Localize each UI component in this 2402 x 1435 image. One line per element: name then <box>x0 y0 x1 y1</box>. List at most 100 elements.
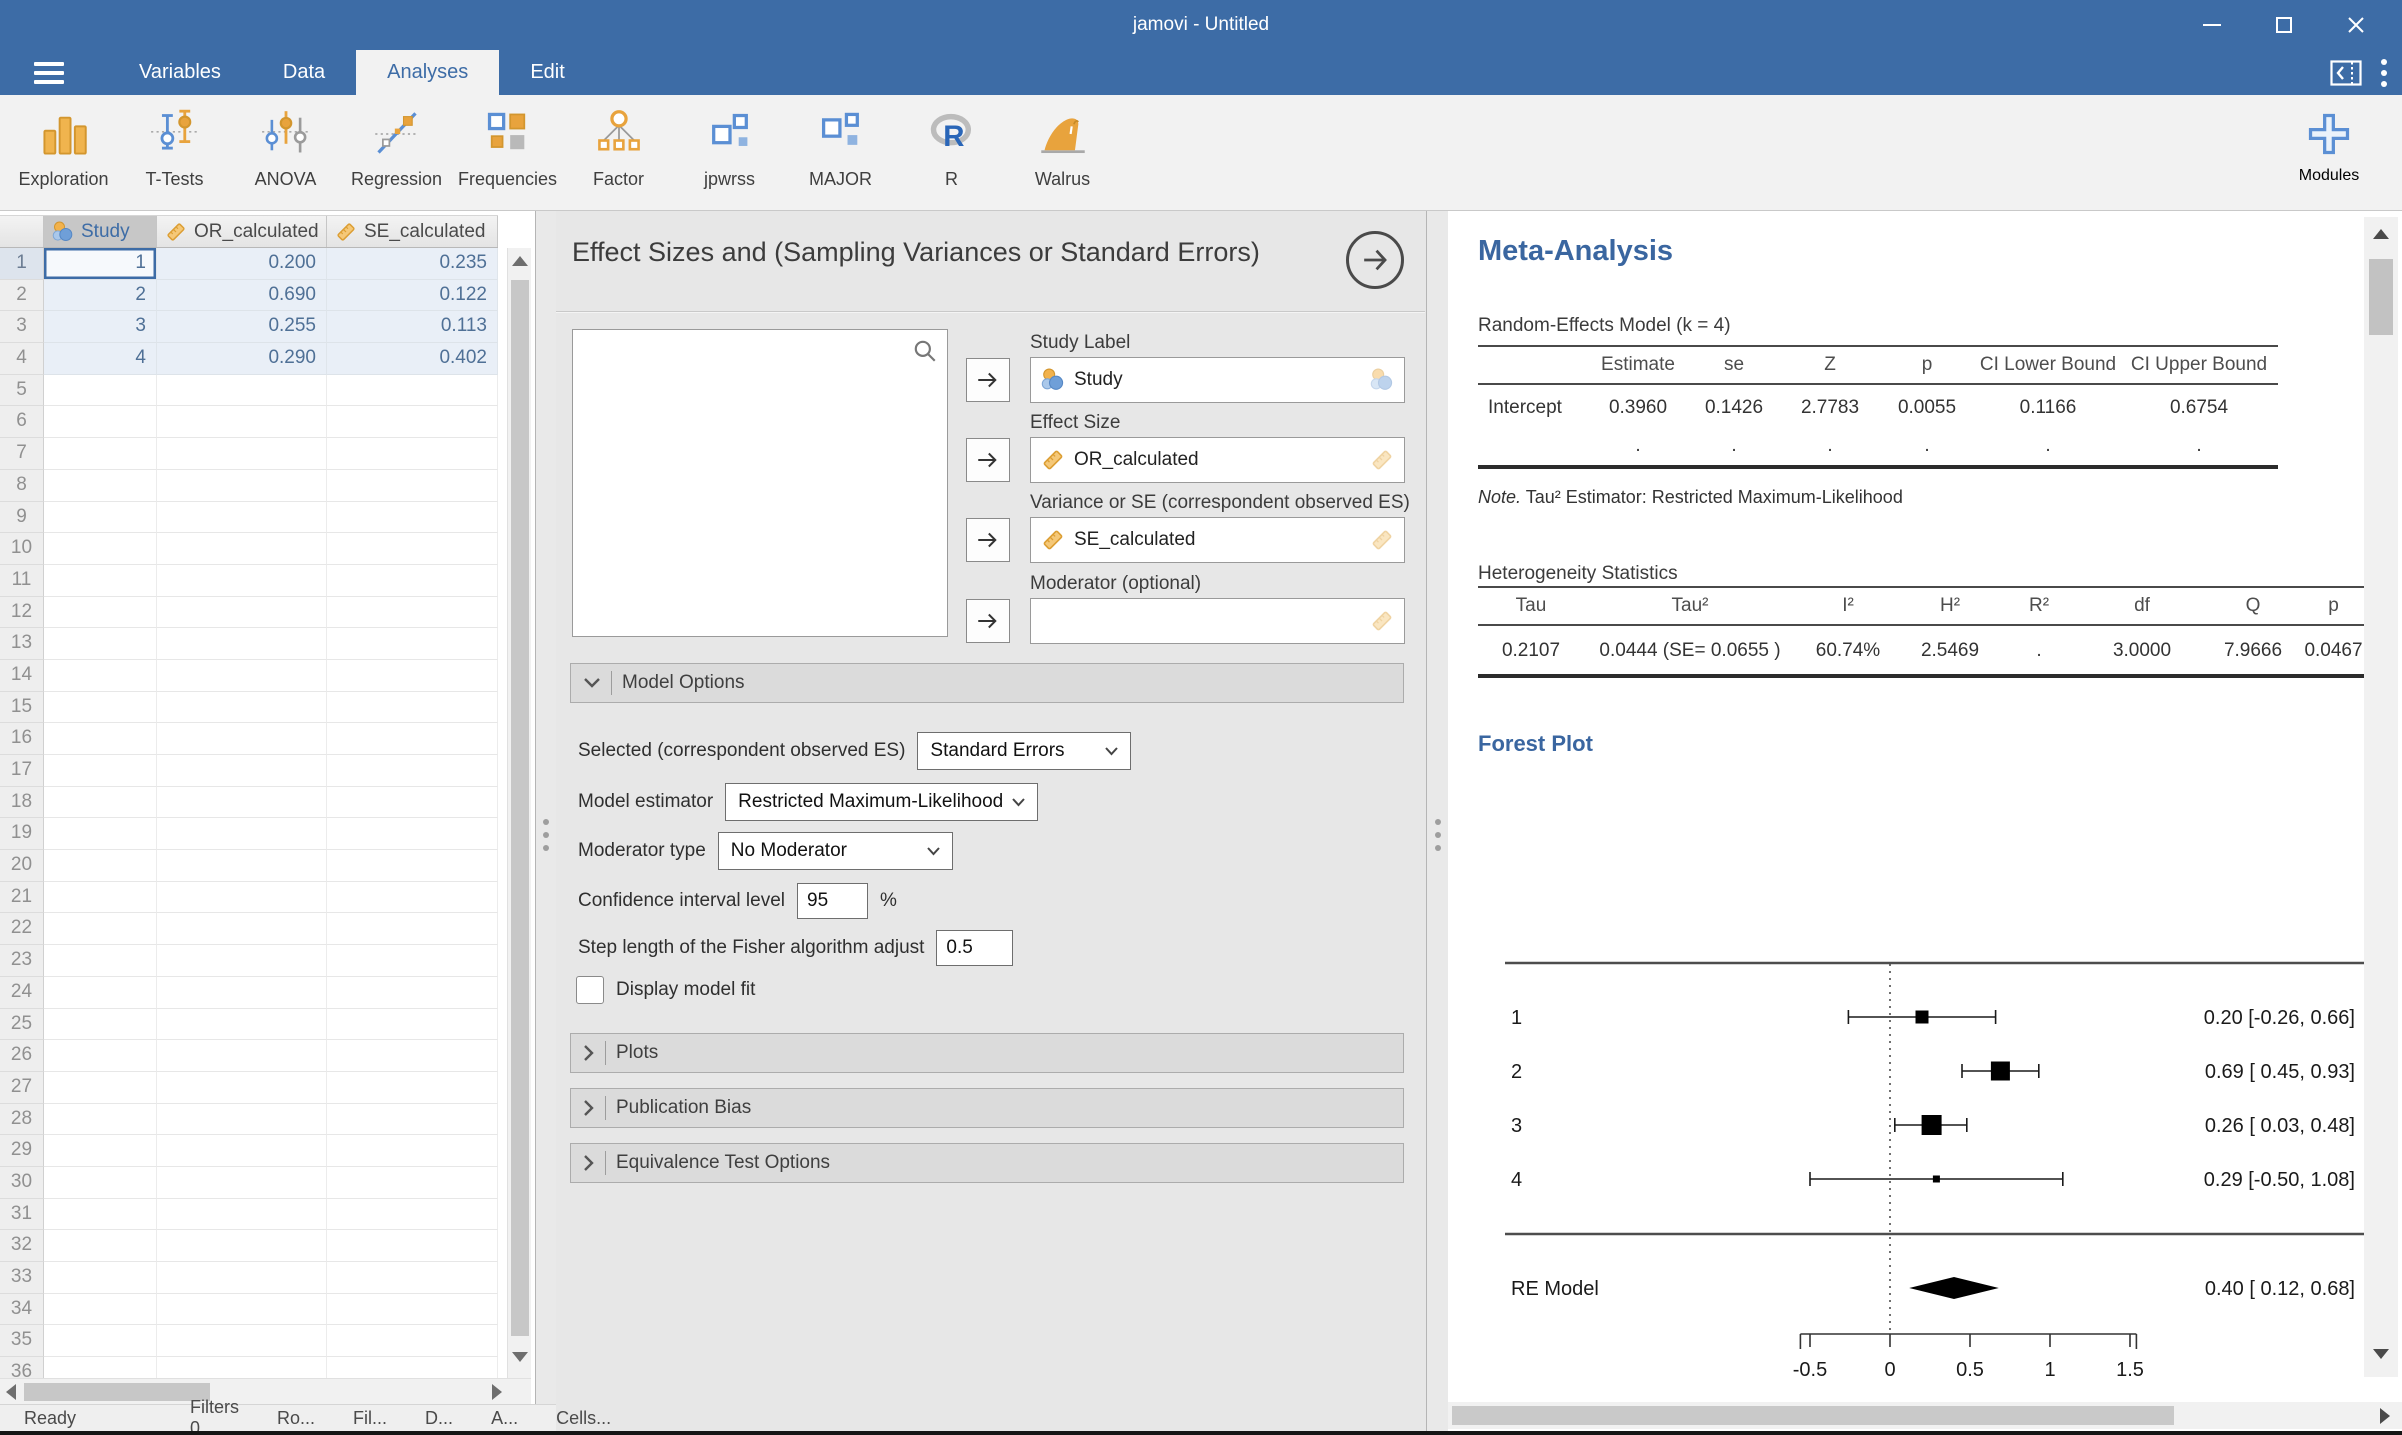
cell[interactable] <box>157 786 327 819</box>
row-number[interactable]: 27 <box>0 1071 44 1104</box>
cell[interactable] <box>157 406 327 439</box>
cell[interactable] <box>327 469 498 502</box>
cell[interactable] <box>44 596 157 629</box>
cell[interactable] <box>327 659 498 692</box>
cell[interactable] <box>44 723 157 755</box>
cell[interactable] <box>44 628 157 660</box>
maximize-button[interactable] <box>2248 0 2320 50</box>
cell[interactable] <box>327 1103 498 1136</box>
cell[interactable] <box>44 438 157 470</box>
cell[interactable] <box>44 1357 157 1378</box>
cell[interactable] <box>157 881 327 914</box>
ribbon-anova-button[interactable]: ANOVA <box>230 101 341 205</box>
ribbon-frequencies-button[interactable]: Frequencies <box>452 101 563 205</box>
cell[interactable] <box>327 881 498 914</box>
variance-field[interactable]: SE_calculated <box>1030 517 1405 563</box>
cell[interactable] <box>157 755 327 787</box>
spreadsheet-horizontal-scrollbar[interactable] <box>0 1378 531 1404</box>
cell[interactable] <box>327 628 498 660</box>
row-number[interactable]: 14 <box>0 659 44 692</box>
cell[interactable] <box>157 469 327 502</box>
cell[interactable] <box>44 945 157 977</box>
hamburger-menu-button[interactable] <box>34 59 74 87</box>
cell[interactable]: 0.200 <box>157 248 327 280</box>
row-number[interactable]: 15 <box>0 691 44 724</box>
cell[interactable] <box>327 818 498 851</box>
row-number[interactable]: 6 <box>0 406 44 439</box>
cell[interactable] <box>44 1293 157 1326</box>
cell[interactable] <box>157 501 327 534</box>
cell[interactable] <box>157 1293 327 1326</box>
row-number[interactable]: 30 <box>0 1166 44 1199</box>
row-number[interactable]: 17 <box>0 755 44 787</box>
moderator-type-dropdown[interactable]: No Moderator <box>717 832 953 870</box>
cell[interactable] <box>157 1357 327 1378</box>
cell[interactable] <box>44 881 157 914</box>
splitter-grip-icon[interactable] <box>1434 819 1441 851</box>
row-number[interactable]: 23 <box>0 945 44 977</box>
right-panel-splitter[interactable] <box>1427 211 1448 1431</box>
cell[interactable] <box>327 1325 498 1358</box>
ribbon-exploration-button[interactable]: Exploration <box>8 101 119 205</box>
display-model-fit-checkbox[interactable] <box>576 976 604 1004</box>
cell[interactable] <box>327 406 498 439</box>
scroll-right-arrow[interactable] <box>2380 1408 2390 1424</box>
ribbon-ttests-button[interactable]: T-Tests <box>119 101 230 205</box>
cell[interactable] <box>327 501 498 534</box>
cell[interactable] <box>327 564 498 597</box>
cell[interactable] <box>44 1198 157 1231</box>
cell[interactable] <box>44 501 157 534</box>
cell[interactable] <box>44 1166 157 1199</box>
cell[interactable] <box>44 755 157 787</box>
cell[interactable] <box>44 406 157 439</box>
ribbon-walrus-button[interactable]: Walrus <box>1007 101 1118 205</box>
row-number[interactable]: 12 <box>0 596 44 629</box>
cell[interactable]: 2 <box>44 279 157 312</box>
cell[interactable] <box>44 1071 157 1104</box>
cell[interactable] <box>327 1293 498 1326</box>
cell[interactable] <box>157 628 327 660</box>
assign-effect-size-button[interactable] <box>966 438 1010 482</box>
cell[interactable] <box>327 1040 498 1072</box>
cell[interactable] <box>157 438 327 470</box>
row-number[interactable]: 4 <box>0 343 44 375</box>
scroll-left-arrow[interactable] <box>6 1384 16 1400</box>
model-estimator-dropdown[interactable]: Restricted Maximum-Likelihood <box>725 783 1039 821</box>
cell[interactable] <box>157 913 327 946</box>
row-number[interactable]: 1 <box>0 248 44 280</box>
tab-analyses[interactable]: Analyses <box>356 50 500 95</box>
row-number[interactable]: 22 <box>0 913 44 946</box>
equivalence-test-section-header[interactable]: Equivalence Test Options <box>570 1143 1404 1183</box>
cell[interactable]: 0.690 <box>157 279 327 312</box>
status-added[interactable]: A... <box>491 1408 518 1429</box>
plots-section-header[interactable]: Plots <box>570 1033 1404 1073</box>
cell[interactable] <box>44 564 157 597</box>
available-variables-list[interactable] <box>572 329 948 637</box>
modules-button[interactable]: Modules <box>2274 101 2384 205</box>
assign-study-label-button[interactable] <box>966 358 1010 402</box>
scroll-right-arrow[interactable] <box>492 1384 502 1400</box>
row-number[interactable]: 18 <box>0 786 44 819</box>
cell[interactable] <box>44 533 157 565</box>
cell[interactable] <box>157 1166 327 1199</box>
cell[interactable] <box>44 469 157 502</box>
scroll-down-arrow[interactable] <box>512 1352 528 1362</box>
publication-bias-section-header[interactable]: Publication Bias <box>570 1088 1404 1128</box>
cell[interactable] <box>327 976 498 1009</box>
cell[interactable] <box>327 723 498 755</box>
row-number[interactable]: 31 <box>0 1198 44 1231</box>
results-horizontal-scrollbar[interactable] <box>1448 1402 2402 1429</box>
cell[interactable] <box>157 659 327 692</box>
row-number[interactable]: 19 <box>0 818 44 851</box>
row-number[interactable]: 20 <box>0 850 44 882</box>
row-number[interactable]: 5 <box>0 374 44 407</box>
cell[interactable] <box>44 1040 157 1072</box>
cell[interactable] <box>327 374 498 407</box>
ribbon-factor-button[interactable]: Factor <box>563 101 674 205</box>
cell[interactable] <box>44 913 157 946</box>
cell[interactable] <box>44 976 157 1009</box>
cell[interactable]: 0.290 <box>157 343 327 375</box>
row-number[interactable]: 13 <box>0 628 44 660</box>
cell[interactable] <box>157 945 327 977</box>
scroll-up-arrow[interactable] <box>2373 229 2389 239</box>
